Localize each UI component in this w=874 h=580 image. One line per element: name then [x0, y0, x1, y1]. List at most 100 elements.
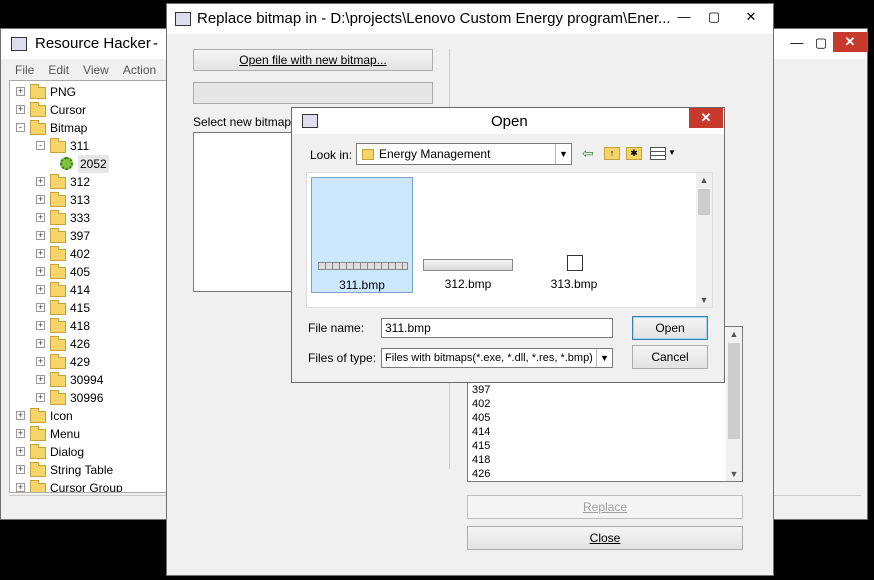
expand-icon[interactable]: +	[16, 105, 25, 114]
tree-item[interactable]: + Icon	[10, 407, 166, 425]
rh-maximize-button[interactable]: ▢	[809, 33, 833, 53]
tree-item[interactable]: - 311	[10, 137, 166, 155]
replace-maximize-button[interactable]: ▢	[699, 7, 729, 27]
file-path-field	[193, 82, 433, 104]
expand-icon[interactable]: +	[36, 339, 45, 348]
file-pane-scrollbar[interactable]: ▲ ▼	[696, 173, 712, 307]
list-scrollbar[interactable]: ▲ ▼	[726, 327, 742, 481]
rh-minimize-button[interactable]: —	[785, 33, 809, 53]
close-button[interactable]: Close	[467, 526, 743, 550]
scroll-thumb[interactable]	[698, 189, 710, 215]
tree-item[interactable]: + Menu	[10, 425, 166, 443]
replace-close-button[interactable]: ✕	[729, 7, 773, 27]
scroll-down-icon[interactable]: ▼	[696, 295, 712, 305]
tree-item[interactable]: +312	[10, 173, 166, 191]
menu-view[interactable]: View	[83, 63, 109, 77]
expand-icon[interactable]: +	[36, 357, 45, 366]
expand-icon[interactable]: +	[36, 177, 45, 186]
expand-icon[interactable]: -	[16, 123, 25, 132]
scroll-down-icon[interactable]: ▼	[726, 469, 742, 479]
up-folder-icon[interactable]: ↑	[604, 147, 620, 160]
app-icon	[302, 114, 318, 128]
open-titlebar: Open ✕	[292, 108, 724, 134]
file-type-value: Files with bitmaps(*.exe, *.dll, *.res, …	[385, 352, 593, 364]
folder-icon	[50, 318, 66, 333]
tree-item[interactable]: 2052	[10, 155, 166, 173]
tree-item[interactable]: - Bitmap	[10, 119, 166, 137]
menu-edit[interactable]: Edit	[48, 63, 69, 77]
replace-minimize-button[interactable]: —	[669, 7, 699, 27]
list-item[interactable]: 415	[472, 439, 490, 453]
expand-icon[interactable]: +	[36, 393, 45, 402]
expand-icon[interactable]: +	[36, 285, 45, 294]
tree-item[interactable]: +402	[10, 245, 166, 263]
scroll-up-icon[interactable]: ▲	[726, 329, 742, 339]
chevron-down-icon[interactable]: ▼	[555, 144, 571, 164]
scroll-thumb[interactable]	[728, 343, 740, 439]
expand-icon[interactable]: +	[36, 231, 45, 240]
expand-icon[interactable]: +	[36, 321, 45, 330]
file-item-311[interactable]: 311.bmp	[311, 177, 413, 293]
view-menu-icon[interactable]	[650, 147, 666, 160]
list-item[interactable]: 397	[472, 383, 490, 397]
folder-icon	[50, 282, 66, 297]
expand-icon[interactable]: +	[16, 411, 25, 420]
tree-item[interactable]: +405	[10, 263, 166, 281]
file-type-dropdown[interactable]: Files with bitmaps(*.exe, *.dll, *.res, …	[381, 348, 613, 368]
menu-action[interactable]: Action	[123, 63, 156, 77]
file-name-input[interactable]: 311.bmp	[381, 318, 613, 338]
expand-icon[interactable]: +	[36, 303, 45, 312]
tree-item-label: 414	[70, 283, 91, 297]
scroll-up-icon[interactable]: ▲	[696, 175, 712, 185]
open-file-button[interactable]: Open file with new bitmap...	[193, 49, 433, 71]
close-label: Close	[589, 531, 621, 545]
expand-icon[interactable]: +	[16, 483, 25, 492]
resource-tree[interactable]: + PNG + Cursor - Bitmap -311 2052 +312 +313 +333 +3…	[9, 80, 167, 493]
tree-item[interactable]: +313	[10, 191, 166, 209]
rh-close-button[interactable]: ✕	[833, 32, 867, 52]
tree-item[interactable]: +418	[10, 317, 166, 335]
expand-icon[interactable]: +	[16, 429, 25, 438]
list-item[interactable]: 414	[472, 425, 490, 439]
list-item[interactable]: 426	[472, 467, 490, 481]
list-item[interactable]: 405	[472, 411, 490, 425]
tree-item[interactable]: +414	[10, 281, 166, 299]
tree-item[interactable]: +333	[10, 209, 166, 227]
file-item-312[interactable]: 312.bmp	[417, 177, 519, 293]
expand-icon[interactable]: +	[36, 213, 45, 222]
expand-icon[interactable]: +	[16, 447, 25, 456]
expand-icon[interactable]: +	[36, 267, 45, 276]
tree-item[interactable]: + Cursor Group	[10, 479, 166, 492]
new-folder-icon[interactable]: ✱	[626, 147, 642, 160]
expand-icon[interactable]: +	[36, 249, 45, 258]
tree-item[interactable]: +429	[10, 353, 166, 371]
expand-icon[interactable]: +	[36, 375, 45, 384]
expand-icon[interactable]: -	[36, 141, 45, 150]
tree-item[interactable]: + Dialog	[10, 443, 166, 461]
menu-file[interactable]: File	[15, 63, 34, 77]
cancel-button[interactable]: Cancel	[632, 345, 708, 369]
tree-item[interactable]: +415	[10, 299, 166, 317]
tree-item[interactable]: +426	[10, 335, 166, 353]
file-item-313[interactable]: 313.bmp	[523, 177, 625, 293]
list-item[interactable]: 418	[472, 453, 490, 467]
tree-item[interactable]: + String Table	[10, 461, 166, 479]
chevron-down-icon[interactable]: ▼	[596, 349, 612, 367]
expand-icon[interactable]: +	[16, 465, 25, 474]
open-close-button[interactable]: ✕	[689, 108, 723, 128]
file-browser-pane[interactable]: 311.bmp 312.bmp 313.bmp ▲ ▼	[306, 172, 713, 308]
view-chevron-icon[interactable]: ▼	[668, 148, 676, 157]
replace-button[interactable]: Replace	[467, 495, 743, 519]
list-item[interactable]: 402	[472, 397, 490, 411]
tree-item[interactable]: + Cursor	[10, 101, 166, 119]
tree-item[interactable]: + PNG	[10, 83, 166, 101]
open-button[interactable]: Open	[632, 316, 708, 340]
look-in-dropdown[interactable]: Energy Management ▼	[356, 143, 572, 165]
expand-icon[interactable]: +	[36, 195, 45, 204]
expand-icon[interactable]: +	[16, 87, 25, 96]
tree-item[interactable]: +397	[10, 227, 166, 245]
tree-item[interactable]: +30996	[10, 389, 166, 407]
back-icon[interactable]: ⇦	[582, 145, 594, 162]
tree-item[interactable]: +30994	[10, 371, 166, 389]
folder-icon	[30, 120, 46, 135]
